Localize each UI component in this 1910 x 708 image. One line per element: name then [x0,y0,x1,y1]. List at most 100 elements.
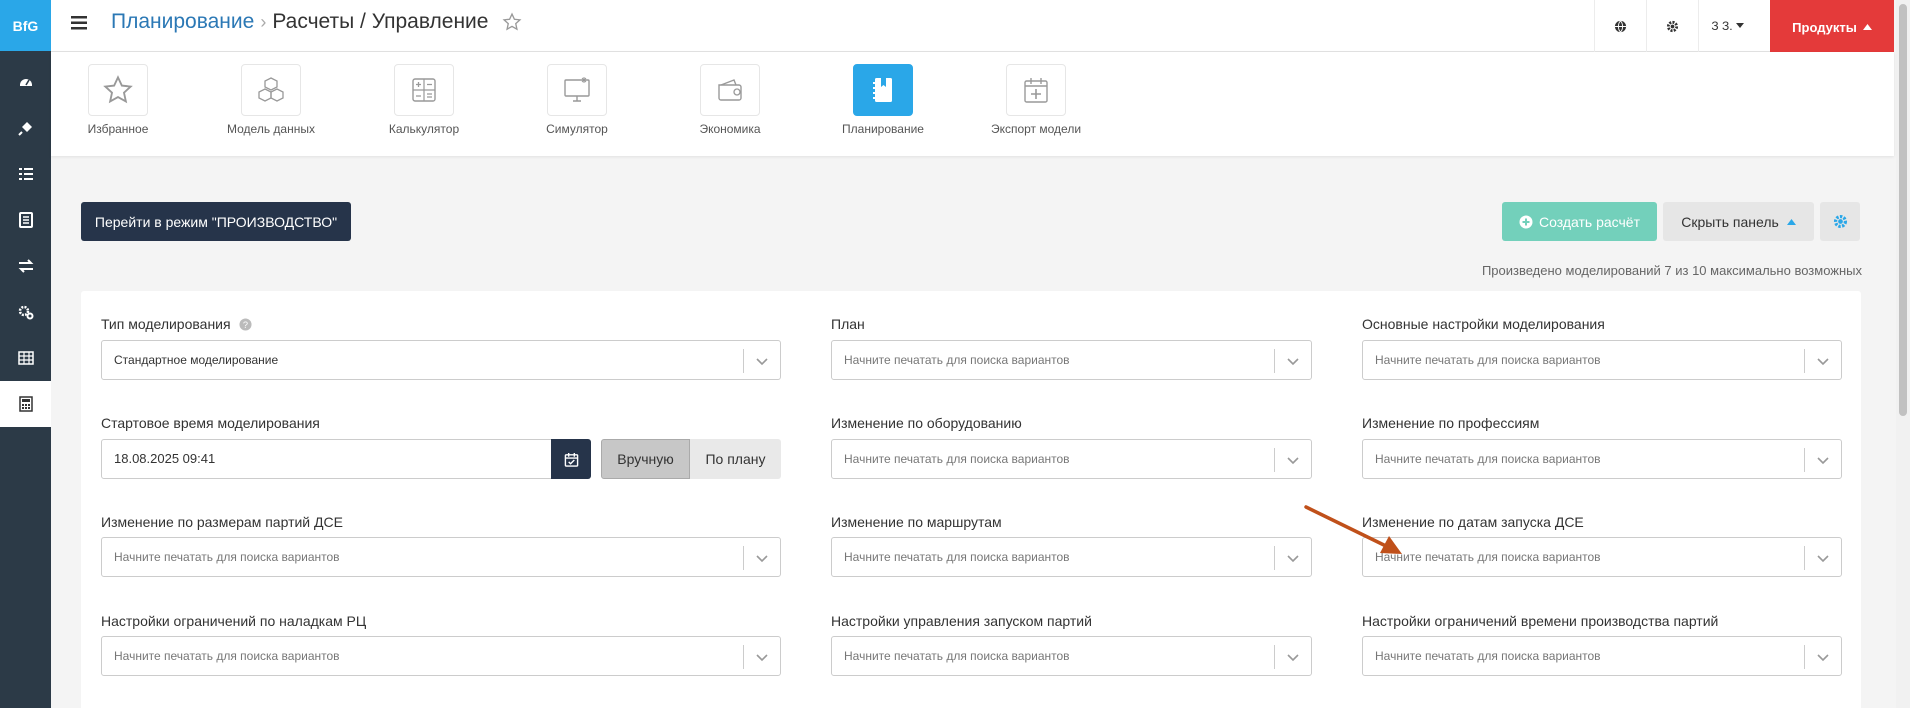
routes-select[interactable]: Начните печатать для поиска вариантов [831,537,1312,577]
module-icon-box [88,64,148,116]
module-label: Симулятор [546,122,608,136]
time-limits-label-text: Настройки ограничений времени производст… [1362,613,1719,629]
routes-label: Изменение по маршрутам [831,514,1002,530]
favorite-star-icon[interactable] [502,12,522,32]
module-economics[interactable]: Экономика [670,64,790,136]
panel-settings-button[interactable] [1820,202,1860,241]
sim-type-label-text: Тип моделирования [101,316,231,332]
equipment-select[interactable]: Начните печатать для поиска вариантов [831,439,1312,479]
chevron-down-icon [756,555,768,563]
globe-icon [1614,20,1627,32]
gears-icon [18,305,33,320]
professions-select[interactable]: Начните печатать для поиска вариантов [1362,439,1842,479]
monitor-icon [564,77,590,102]
user-name: З З. [1711,19,1733,33]
chevron-down-icon [1287,358,1299,366]
sidebar-item-plug[interactable] [0,105,51,151]
module-calculator[interactable]: Калькулятор [364,64,484,136]
equipment-label: Изменение по оборудованию [831,415,1022,431]
professions-label-text: Изменение по профессиям [1362,415,1540,431]
module-label: Планирование [842,122,924,136]
chevron-down-icon [1287,654,1299,662]
module-planning[interactable]: Планирование [823,64,943,136]
sidebar-item-calculator[interactable] [0,381,51,427]
module-label: Экспорт модели [990,122,1082,136]
module-model-export[interactable]: Экспорт модели [976,64,1096,136]
sim-type-label: Тип моделирования ? [101,316,252,332]
start-time-input[interactable]: 18.08.2025 09:41 [101,439,552,479]
sim-type-select[interactable]: Стандартное моделирование [101,340,781,380]
plan-select[interactable]: Начните печатать для поиска вариантов [831,340,1312,380]
list-icon [18,168,33,180]
main-settings-label-text: Основные настройки моделирования [1362,316,1605,332]
production-mode-button[interactable]: Перейти в режим "ПРОИЗВОДСТВО" [81,202,351,241]
start-time-label-text: Стартовое время моделирования [101,415,320,431]
chevron-down-icon [1287,555,1299,563]
sidebar-item-table[interactable] [0,335,51,381]
time-limits-select[interactable]: Начните печатать для поиска вариантов [1362,636,1842,676]
start-time-label: Стартовое время моделирования [101,415,320,431]
module-data-model[interactable]: Модель данных [211,64,331,136]
products-label: Продукты [1792,19,1857,35]
module-label: Экономика [699,122,761,136]
breadcrumb: Планирование › Расчеты / Управление [111,9,522,35]
chevron-down-icon [1817,555,1829,563]
by-plan-label: По плану [705,451,766,467]
time-limits-label: Настройки ограничений времени производст… [1362,613,1718,629]
page-scrollbar[interactable] [1896,0,1910,708]
equipment-label-text: Изменение по оборудованию [831,415,1022,431]
main-settings-select[interactable]: Начните печатать для поиска вариантов [1362,340,1842,380]
notebook-icon [873,78,892,102]
module-simulator[interactable]: Симулятор [517,64,637,136]
chevron-down-icon [1817,654,1829,662]
calendar-check-icon [564,452,578,467]
svg-text:?: ? [243,319,248,329]
menu-toggle[interactable] [71,15,91,35]
sidebar-item-exchange[interactable] [0,243,51,289]
settings-gear-button[interactable] [1646,0,1698,52]
page-title: Расчеты / Управление [272,10,489,33]
launch-dates-label: Изменение по датам запуска ДСЕ [1362,514,1584,530]
language-button[interactable] [1594,0,1646,52]
hide-panel-label: Скрыть панель [1681,213,1779,230]
table-icon [17,351,34,365]
sidebar-item-document[interactable] [0,197,51,243]
select-placeholder: Начните печатать для поиска вариантов [1375,353,1601,367]
products-button[interactable]: Продукты [1770,0,1894,54]
select-placeholder: Начните печатать для поиска вариантов [1375,550,1601,564]
launch-control-select[interactable]: Начните печатать для поиска вариантов [831,636,1312,676]
module-icon-box [394,64,454,116]
top-bar: Планирование › Расчеты / Управление З З. [51,0,1894,52]
manual-label: Вручную [617,451,674,467]
chevron-down-icon [1817,358,1829,366]
simulation-counter: Произведено моделирований 7 из 10 максим… [1481,263,1862,278]
launch-dates-select[interactable]: Начните печатать для поиска вариантов [1362,537,1842,577]
breadcrumb-separator: › [260,12,267,32]
main-settings-label: Основные настройки моделирования [1362,316,1605,332]
sidebar-item-gears[interactable] [0,289,51,335]
calendar-picker-button[interactable] [551,439,591,479]
create-calculation-label: Создать расчёт [1538,213,1640,230]
user-menu[interactable]: З З. [1698,0,1756,52]
question-icon[interactable]: ? [239,317,252,331]
sidebar-item-dashboard[interactable] [0,59,51,105]
breadcrumb-root-link[interactable]: Планирование [111,9,254,35]
batch-sizes-label-text: Изменение по размерам партий ДСЕ [101,514,343,530]
chevron-down-icon [756,358,768,366]
chevron-down-icon [1817,457,1829,465]
setup-limits-select[interactable]: Начните печатать для поиска вариантов [101,636,781,676]
select-placeholder: Начните печатать для поиска вариантов [844,452,1070,466]
by-plan-toggle-button[interactable]: По плану [690,439,781,479]
batch-sizes-select[interactable]: Начните печатать для поиска вариантов [101,537,781,577]
hide-panel-button[interactable]: Скрыть панель [1663,202,1814,241]
module-favorites[interactable]: Избранное [58,64,178,136]
dashboard-icon [19,79,32,86]
app-logo[interactable]: BfG [0,0,51,51]
create-calculation-button[interactable]: Создать расчёт [1502,202,1657,241]
batch-sizes-label: Изменение по размерам партий ДСЕ [101,514,343,530]
scrollbar-thumb[interactable] [1899,4,1907,416]
production-mode-label: Перейти в режим "ПРОИЗВОДСТВО" [94,213,338,230]
sidebar-item-list[interactable] [0,151,51,197]
module-icon-box [547,64,607,116]
manual-toggle-button[interactable]: Вручную [601,439,690,479]
